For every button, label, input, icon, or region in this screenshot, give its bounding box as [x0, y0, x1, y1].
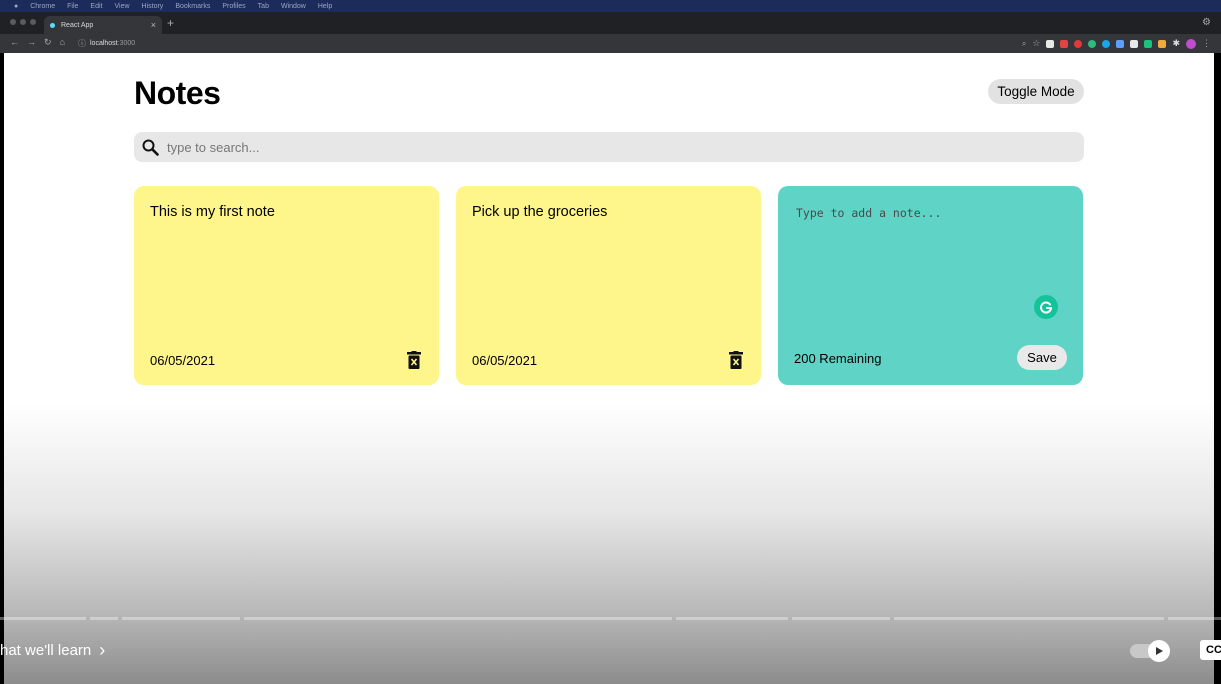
browser-tab[interactable]: React App ×: [44, 16, 162, 34]
menubar-item[interactable]: Profiles: [222, 3, 245, 10]
url-host: localhost: [90, 40, 118, 47]
home-icon[interactable]: ⌂: [60, 37, 65, 48]
note-text: Pick up the groceries: [472, 204, 608, 220]
window-controls[interactable]: [10, 19, 36, 25]
search-bar: [134, 132, 1084, 162]
chevron-right-icon: ›: [99, 640, 106, 660]
search-icon: [142, 139, 159, 156]
page-title: Notes: [134, 75, 221, 111]
menubar-item[interactable]: Help: [318, 3, 332, 10]
extension-icon[interactable]: [1088, 39, 1097, 48]
chapter-title[interactable]: hat we'll learn ›: [0, 640, 105, 661]
delete-icon[interactable]: [407, 351, 421, 369]
extension-icon[interactable]: [1102, 39, 1111, 48]
note-date: 06/05/2021: [472, 353, 538, 368]
menubar-item[interactable]: History: [142, 3, 164, 10]
bookmark-star-icon[interactable]: ☆: [1032, 38, 1040, 49]
extension-icon[interactable]: [1060, 39, 1069, 48]
note-text: This is my first note: [150, 204, 275, 220]
menubar-item[interactable]: Bookmarks: [175, 3, 210, 10]
note-card: This is my first note 06/05/2021: [134, 186, 439, 385]
page-viewport: Notes Toggle Mode This is my first note …: [4, 53, 1214, 684]
chrome-menu-icon[interactable]: ⚙: [1202, 17, 1211, 28]
menubar-item[interactable]: Tab: [258, 3, 269, 10]
new-note-textarea[interactable]: [794, 204, 1068, 318]
menubar-item[interactable]: File: [67, 3, 78, 10]
back-icon[interactable]: ←: [10, 37, 19, 48]
progress-bar[interactable]: [0, 617, 1221, 620]
frame-edge: [1214, 53, 1221, 684]
search-input[interactable]: [165, 138, 1069, 156]
grammarly-icon[interactable]: [1034, 295, 1058, 319]
toggle-mode-button[interactable]: Toggle Mode: [988, 79, 1084, 104]
extension-icon[interactable]: [1116, 39, 1125, 48]
react-favicon-icon: [50, 22, 55, 28]
captions-button[interactable]: CC: [1200, 640, 1221, 660]
menubar-item[interactable]: Window: [281, 3, 306, 10]
tab-title: React App: [61, 21, 94, 29]
autoplay-toggle[interactable]: [1130, 640, 1172, 662]
chapter-label: hat we'll learn: [0, 642, 92, 659]
menubar-item[interactable]: View: [114, 3, 129, 10]
browser-tab-strip: React App × + ⚙: [0, 12, 1221, 34]
extension-icon[interactable]: [1074, 39, 1083, 48]
extension-icon[interactable]: [1046, 39, 1055, 48]
info-icon[interactable]: ⓘ: [78, 38, 86, 49]
menubar-item[interactable]: Edit: [90, 3, 102, 10]
extension-icon[interactable]: [1158, 39, 1167, 48]
screen: ● Chrome File Edit View History Bookmark…: [0, 0, 1221, 684]
address-bar-row: ← → ↻ ⌂ ⓘ localhost:3000 ⌕ ☆ ✱ ⋮: [0, 34, 1221, 53]
forward-icon[interactable]: →: [27, 37, 36, 48]
new-tab-icon[interactable]: +: [167, 16, 174, 30]
remaining-count: 200 Remaining: [794, 351, 882, 366]
note-card: Pick up the groceries 06/05/2021: [456, 186, 761, 385]
extension-icon[interactable]: [1144, 39, 1153, 48]
more-icon[interactable]: ⋮: [1202, 38, 1211, 49]
url-field[interactable]: ⓘ localhost:3000: [78, 37, 135, 50]
delete-icon[interactable]: [729, 351, 743, 369]
apple-icon[interactable]: ●: [14, 3, 18, 10]
note-date: 06/05/2021: [150, 353, 216, 368]
save-button[interactable]: Save: [1017, 345, 1067, 370]
profile-avatar[interactable]: [1186, 38, 1196, 49]
url-port: :3000: [117, 40, 136, 47]
add-note-card: 200 Remaining Save: [778, 186, 1083, 385]
reload-icon[interactable]: ↻: [44, 37, 52, 48]
mac-menubar: ● Chrome File Edit View History Bookmark…: [0, 0, 1221, 12]
extension-toolbar: ⌕ ☆ ✱ ⋮: [1022, 38, 1211, 49]
puzzle-icon[interactable]: ✱: [1172, 38, 1180, 49]
extension-icon[interactable]: [1130, 39, 1139, 48]
close-tab-icon[interactable]: ×: [151, 20, 156, 30]
menubar-item[interactable]: Chrome: [30, 3, 55, 10]
play-icon: [1156, 647, 1163, 655]
zoom-icon[interactable]: ⌕: [1022, 39, 1026, 49]
